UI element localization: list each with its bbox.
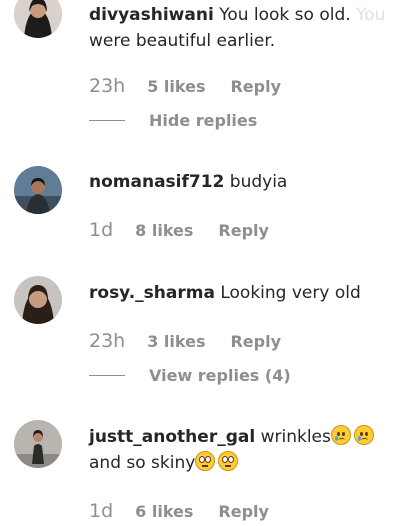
hide-replies-label: Hide replies (149, 110, 258, 130)
comment-body-line2: were beautiful earlier. (89, 31, 276, 51)
comment-meta: 1d 8 likes Reply (89, 218, 269, 242)
reply-button[interactable]: Reply (218, 502, 269, 521)
likes-count[interactable]: 3 likes (147, 332, 205, 351)
comment-body: wrinkles (260, 427, 331, 447)
comment-text: divyashiwani You look so old. You were b… (89, 2, 407, 54)
view-replies-label: View replies (4) (149, 365, 291, 385)
comment-text: nomanasif712 budyia (89, 169, 407, 195)
divider-line (89, 374, 125, 376)
username[interactable]: rosy._sharma (89, 283, 215, 303)
timestamp: 1d (89, 500, 114, 522)
avatar-photo (14, 0, 62, 38)
divider-line (89, 119, 125, 121)
avatar[interactable] (14, 0, 62, 38)
comment-meta: 23h 3 likes Reply (89, 329, 281, 353)
comment-text: justt_another_gal wrinkles and so skiny (89, 424, 407, 476)
avatar[interactable] (14, 420, 62, 468)
view-replies-button[interactable]: View replies (4) (89, 364, 291, 386)
username[interactable]: divyashiwani (89, 5, 214, 25)
crying-face-icon (353, 425, 374, 445)
eye-roll-face-icon (195, 451, 216, 471)
avatar-photo (14, 166, 62, 214)
avatar[interactable] (14, 276, 62, 324)
timestamp: 23h (89, 75, 126, 97)
likes-count[interactable]: 6 likes (135, 502, 193, 521)
comment-body: You look so old. (219, 5, 351, 25)
timestamp: 23h (89, 330, 126, 352)
comment-body-line2: and so skiny (89, 453, 196, 473)
eye-roll-face-icon (218, 451, 239, 471)
comment-meta: 23h 5 likes Reply (89, 74, 281, 98)
timestamp: 1d (89, 219, 114, 241)
avatar-photo (14, 276, 62, 324)
username[interactable]: nomanasif712 (89, 172, 224, 192)
reply-button[interactable]: Reply (230, 77, 281, 96)
reply-button[interactable]: Reply (218, 221, 269, 240)
likes-count[interactable]: 8 likes (135, 221, 193, 240)
comment-meta: 1d 6 likes Reply (89, 499, 269, 523)
likes-count[interactable]: 5 likes (147, 77, 205, 96)
hide-replies-button[interactable]: Hide replies (89, 109, 257, 131)
avatar[interactable] (14, 166, 62, 214)
comment-body-faded: You (356, 5, 386, 25)
reply-button[interactable]: Reply (230, 332, 281, 351)
avatar-photo (14, 420, 62, 468)
crying-face-icon (330, 425, 351, 445)
username[interactable]: justt_another_gal (89, 427, 255, 447)
comment-body: budyia (229, 172, 288, 192)
comment-text: rosy._sharma Looking very old (89, 280, 407, 306)
comment-body: Looking very old (220, 283, 361, 303)
